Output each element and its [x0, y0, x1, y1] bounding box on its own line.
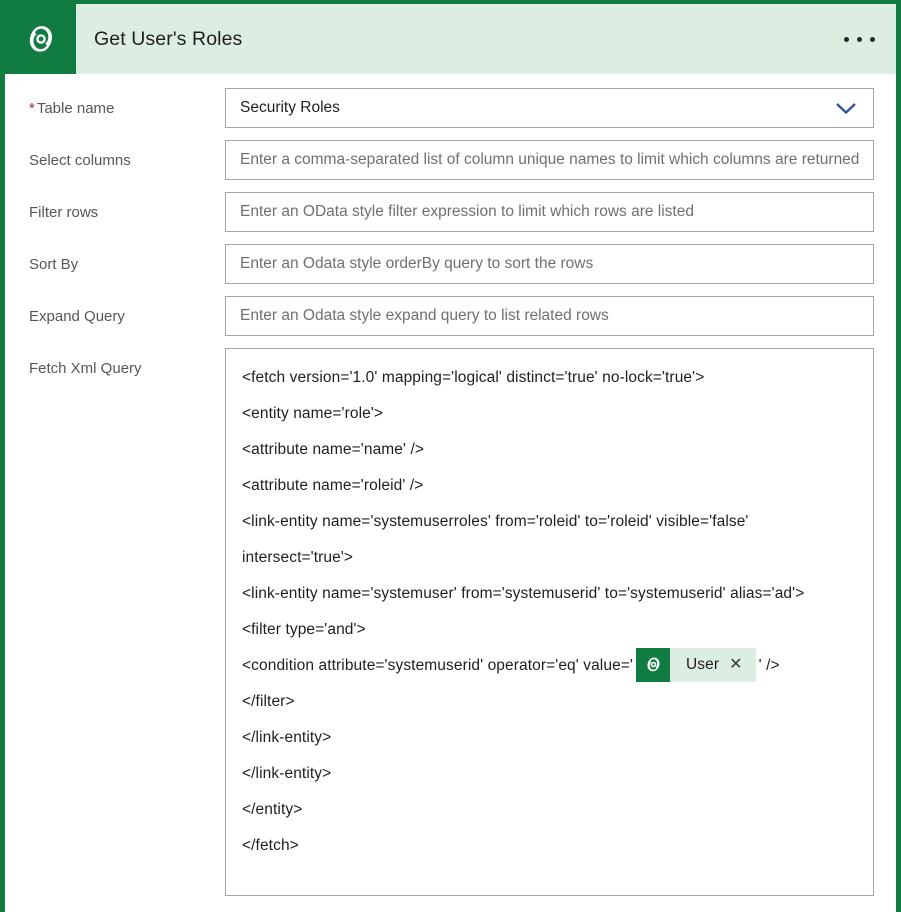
close-icon[interactable]: ✕ [729, 656, 756, 673]
field-row-expand-query: Expand Query Enter an Odata style expand… [5, 296, 896, 336]
field-row-select-columns: Select columns Enter a comma-separated l… [5, 140, 896, 180]
dataverse-list-rows-action-card: Get User's Roles * Table name Security Ro… [0, 0, 901, 912]
fetch-xml-line: <entity name='role'> [242, 405, 384, 422]
action-parameters-form: * Table name Security Roles Select column… [5, 88, 896, 896]
field-control-sort-by: Enter an Odata style orderBy query to so… [225, 244, 896, 284]
fetch-xml-condition-line: <condition attribute='systemuserid' oper… [242, 647, 859, 684]
field-control-table-name: Security Roles [225, 88, 896, 128]
field-label-select-columns: Select columns [29, 152, 131, 169]
dataverse-logo-icon [5, 4, 76, 74]
table-name-value: Security Roles [240, 99, 340, 116]
fetch-xml-query-editor[interactable]: <fetch version='1.0' mapping='logical' d… [225, 348, 874, 896]
expand-query-input[interactable]: Enter an Odata style expand query to lis… [225, 296, 874, 336]
field-row-fetch-xml-query: Fetch Xml Query <fetch version='1.0' map… [5, 348, 896, 896]
sort-by-input[interactable]: Enter an Odata style orderBy query to so… [225, 244, 874, 284]
fetch-xml-line: <fetch version='1.0' mapping='logical' d… [242, 369, 705, 386]
ellipsis-icon [843, 36, 875, 42]
fetch-xml-line: <attribute name='roleid' /> [242, 477, 424, 494]
token-label: User [686, 655, 720, 673]
table-name-combobox[interactable]: Security Roles [225, 88, 874, 128]
field-row-table-name: * Table name Security Roles [5, 88, 896, 128]
fetch-xml-line: </fetch> [242, 837, 299, 854]
field-label-filter-rows: Filter rows [29, 204, 99, 221]
fetch-xml-line: </link-entity> [242, 729, 332, 746]
fetch-xml-line: </entity> [242, 801, 303, 818]
required-asterisk: * [29, 100, 35, 117]
condition-prefix: <condition attribute='systemuserid' oper… [242, 657, 634, 674]
field-label-table-name: * Table name [5, 88, 225, 118]
field-label-sort-by: Sort By [29, 256, 79, 273]
fetch-xml-line: </filter> [242, 693, 295, 710]
fetch-xml-line: <link-entity name='systemuser' from='sys… [242, 585, 805, 602]
select-columns-input[interactable]: Enter a comma-separated list of column u… [225, 140, 875, 180]
fetch-xml-line: <attribute name='name' /> [242, 441, 425, 458]
field-control-expand-query: Enter an Odata style expand query to lis… [225, 296, 896, 336]
label-text: Table name [36, 100, 115, 117]
fetch-xml-line: </link-entity> [242, 765, 332, 782]
field-row-sort-by: Sort By Enter an Odata style orderBy que… [5, 244, 896, 284]
filter-rows-input[interactable]: Enter an OData style filter expression t… [225, 192, 874, 232]
field-row-filter-rows: Filter rows Enter an OData style filter … [5, 192, 896, 232]
fetch-xml-line: <filter type='and'> [242, 621, 366, 638]
dataverse-logo-icon [636, 647, 671, 682]
field-control-select-columns: Enter a comma-separated list of column u… [225, 140, 896, 180]
field-label-expand-query: Expand Query [29, 308, 125, 325]
field-control-filter-rows: Enter an OData style filter expression t… [225, 192, 896, 232]
more-options-button[interactable] [822, 4, 896, 74]
action-card-header: Get User's Roles [5, 4, 896, 74]
page-title: Get User's Roles [94, 27, 243, 50]
chevron-down-icon[interactable] [819, 89, 873, 127]
dynamic-content-token-user[interactable]: User ✕ [636, 647, 756, 682]
field-label-fetch-xml-query: Fetch Xml Query [29, 360, 142, 377]
condition-suffix: ' /> [758, 657, 780, 674]
field-control-fetch-xml-query: <fetch version='1.0' mapping='logical' d… [225, 348, 896, 896]
fetch-xml-line: <link-entity name='systemuserroles' from… [242, 513, 749, 566]
